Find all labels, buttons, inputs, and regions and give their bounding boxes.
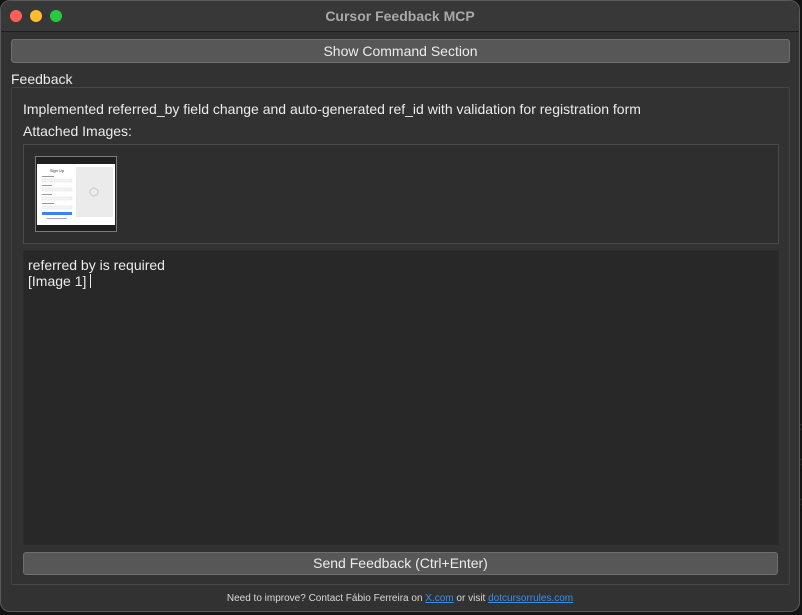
thumbnail-preview-drawing: Sign Up [37,164,115,225]
title-bar[interactable]: Cursor Feedback MCP [1,1,799,32]
x-com-link[interactable]: X.com [425,593,453,604]
show-command-section-button[interactable]: Show Command Section [11,39,790,63]
window-title: Cursor Feedback MCP [325,8,475,24]
feedback-text-line-with-caret: [Image 1] [28,273,92,289]
thumbnail-screenshot: Sign Up [37,164,115,225]
attached-images-label: Attached Images: [23,123,132,139]
footer-middle: or visit [456,593,486,604]
dotcursorrules-link[interactable]: dotcursorrules.com [488,593,573,604]
feedback-text-line: referred by is required [28,257,165,273]
send-feedback-button[interactable]: Send Feedback (Ctrl+Enter) [23,552,778,575]
attached-images-area [23,144,779,244]
footer-text: Need to improve? Contact Fábio Ferreira … [1,593,799,604]
image-thumbnail[interactable]: Sign Up [35,156,117,232]
summary-text: Implemented referred_by field change and… [23,101,641,117]
feedback-text-line: [Image 1] [28,273,87,289]
footer-prefix: Need to improve? Contact Fábio Ferreira … [226,593,423,604]
text-caret [90,274,92,288]
thumbnail-title: Sign Up [50,168,65,173]
feedback-section-label: Feedback [11,71,73,87]
feedback-window: Cursor Feedback MCP Show Command Section… [0,0,800,612]
feedback-text-input[interactable]: referred by is required [Image 1] [23,250,779,545]
